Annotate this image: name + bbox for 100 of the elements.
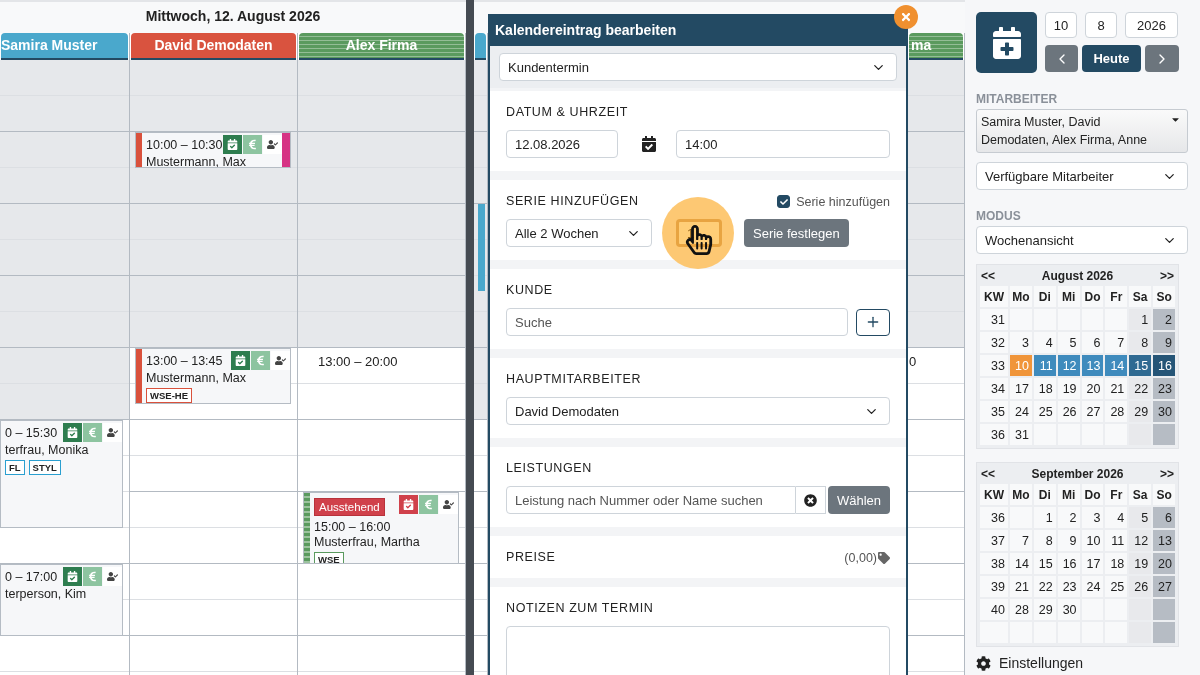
calendar-day[interactable]: 9 xyxy=(1153,332,1175,353)
calendar-day[interactable]: 18 xyxy=(1105,553,1128,574)
calendar-day[interactable]: 13 xyxy=(1081,355,1104,376)
week-number[interactable]: 31 xyxy=(980,309,1008,330)
time-slot[interactable] xyxy=(130,96,297,132)
checkbox[interactable] xyxy=(777,195,791,208)
calendar-day[interactable]: 20 xyxy=(1153,553,1175,574)
calendar-day[interactable]: 4 xyxy=(1105,507,1128,528)
previous-button[interactable] xyxy=(1045,45,1078,72)
next-month[interactable]: >> xyxy=(1160,467,1174,481)
calendar-day[interactable]: 15 xyxy=(1129,355,1152,376)
time-slot[interactable] xyxy=(130,204,297,240)
calendar-day[interactable]: 6 xyxy=(1153,507,1175,528)
calendar-day[interactable]: 2 xyxy=(1057,507,1080,528)
time-slot[interactable] xyxy=(0,204,129,240)
previous-month[interactable]: << xyxy=(981,269,995,283)
calendar-day[interactable]: 25 xyxy=(1105,576,1128,597)
search-field[interactable]: Suche xyxy=(506,308,848,336)
calendar-day[interactable]: 30 xyxy=(1057,599,1080,620)
calendar-day[interactable]: 15 xyxy=(1033,553,1056,574)
time-slot[interactable] xyxy=(0,348,129,384)
calendar-day[interactable]: 19 xyxy=(1129,553,1152,574)
time-slot[interactable] xyxy=(474,168,487,204)
week-number[interactable]: 34 xyxy=(980,378,1008,399)
time-slot[interactable] xyxy=(0,96,129,132)
calendar-day[interactable]: 8 xyxy=(1129,332,1152,353)
time-slot[interactable] xyxy=(130,60,297,96)
calendar-day[interactable]: 24 xyxy=(1081,576,1104,597)
time-slot[interactable] xyxy=(130,276,297,312)
calendar-day[interactable]: 21 xyxy=(1010,576,1032,597)
time-slot[interactable] xyxy=(474,96,487,132)
calendar-day[interactable]: 12 xyxy=(1129,530,1152,551)
staff-header[interactable]: David Demodaten xyxy=(131,33,296,60)
time-slot[interactable] xyxy=(298,132,465,168)
calendar-day[interactable]: 31 xyxy=(1010,424,1032,445)
set-series-button[interactable]: Serie festlegen xyxy=(744,219,849,247)
calendar-day[interactable]: 5 xyxy=(1129,507,1152,528)
calendar-day[interactable]: 12 xyxy=(1057,355,1080,376)
calendar-day[interactable]: 6 xyxy=(1081,332,1104,353)
time-slot[interactable] xyxy=(474,312,487,348)
service-search-field[interactable]: Leistung nach Nummer oder Name suchen xyxy=(506,486,796,514)
calendar-day[interactable]: 17 xyxy=(1081,553,1104,574)
calendar-day[interactable]: 29 xyxy=(1129,401,1152,422)
calendar-day[interactable]: 9 xyxy=(1057,530,1080,551)
time-slot[interactable] xyxy=(0,384,129,420)
time-slot[interactable] xyxy=(908,96,964,132)
calendar-day[interactable]: 17 xyxy=(1010,378,1032,399)
month-field[interactable]: 8 xyxy=(1085,12,1117,38)
time-slot[interactable] xyxy=(474,384,487,420)
calendar-day[interactable]: 21 xyxy=(1105,378,1128,399)
week-number[interactable]: 32 xyxy=(980,332,1008,353)
week-number[interactable]: 40 xyxy=(980,599,1008,620)
time-slot[interactable] xyxy=(0,60,129,96)
day-field[interactable]: 10 xyxy=(1045,12,1077,38)
calendar-day[interactable]: 5 xyxy=(1057,332,1080,353)
time-slot[interactable] xyxy=(298,240,465,276)
time-slot[interactable] xyxy=(298,276,465,312)
time-slot[interactable] xyxy=(0,132,129,168)
week-number[interactable]: 39 xyxy=(980,576,1008,597)
time-slot[interactable] xyxy=(908,276,964,312)
staff-multiselect[interactable]: Samira Muster, David Demodaten, Alex Firma, Anne xyxy=(976,109,1188,153)
calendar-day[interactable]: 7 xyxy=(1105,332,1128,353)
time-slot[interactable] xyxy=(908,240,964,276)
week-number[interactable]: 38 xyxy=(980,553,1008,574)
calendar-day[interactable]: 27 xyxy=(1153,576,1175,597)
calendar-day[interactable]: 16 xyxy=(1153,355,1175,376)
calendar-day[interactable]: 7 xyxy=(1010,530,1032,551)
mode-select[interactable]: Wochenansicht xyxy=(976,226,1188,254)
clear-button[interactable] xyxy=(795,486,826,514)
calendar-day[interactable]: 10 xyxy=(1081,530,1104,551)
calendar-day[interactable]: 14 xyxy=(1010,553,1032,574)
calendar-day[interactable]: 13 xyxy=(1153,530,1175,551)
week-number[interactable]: 36 xyxy=(980,507,1008,528)
time-slot[interactable] xyxy=(298,204,465,240)
time-slot[interactable] xyxy=(908,204,964,240)
year-field[interactable]: 2026 xyxy=(1125,12,1178,38)
time-slot[interactable] xyxy=(130,312,297,348)
add-button[interactable] xyxy=(856,308,890,336)
calendar-day[interactable]: 11 xyxy=(1033,355,1056,376)
week-number[interactable]: 37 xyxy=(980,530,1008,551)
calendar-day[interactable]: 24 xyxy=(1010,401,1032,422)
calendar-day[interactable]: 30 xyxy=(1153,401,1175,422)
calendar-day[interactable]: 16 xyxy=(1057,553,1080,574)
time-slot[interactable] xyxy=(298,312,465,348)
calendar-day[interactable]: 28 xyxy=(1105,401,1128,422)
calendar-day[interactable]: 18 xyxy=(1033,378,1056,399)
today-button[interactable]: Heute xyxy=(1082,45,1141,72)
calendar-day[interactable]: 14 xyxy=(1105,355,1128,376)
calendar-day[interactable]: 1 xyxy=(1033,507,1056,528)
staff-header[interactable] xyxy=(475,33,486,60)
time-slot[interactable] xyxy=(474,204,487,312)
calendar-day[interactable]: 11 xyxy=(1105,530,1128,551)
calendar-day[interactable]: 29 xyxy=(1033,599,1056,620)
calendar-day[interactable]: 27 xyxy=(1081,401,1104,422)
calendar-day[interactable]: 23 xyxy=(1057,576,1080,597)
calendar-day[interactable]: 2 xyxy=(1153,309,1175,330)
calendar-check-icon[interactable] xyxy=(641,136,657,152)
next-button[interactable] xyxy=(1145,45,1179,72)
time-slot[interactable] xyxy=(0,168,129,204)
week-number[interactable]: 36 xyxy=(980,424,1008,445)
